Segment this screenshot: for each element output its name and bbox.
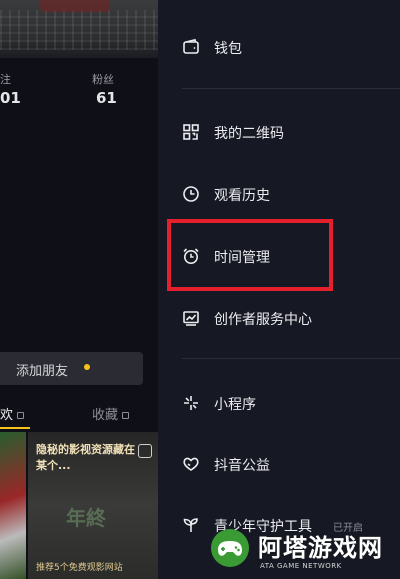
followers-label: 粉丝: [92, 73, 114, 86]
highlight-annotation-box: [167, 219, 333, 291]
menu-item-douyin-charity[interactable]: 抖音公益: [158, 444, 400, 484]
thumbnail-caption: 推荐5个免费观影网站: [36, 563, 123, 573]
menu-item-label: 我的二维码: [214, 126, 284, 142]
divider: [182, 358, 400, 359]
menu-item-label: 钱包: [214, 41, 242, 57]
menu-item-mini-programs[interactable]: 小程序: [158, 383, 400, 423]
menu-item-label: 小程序: [214, 397, 256, 413]
site-watermark: 阿塔游戏网 ATA GAME NETWORK: [208, 524, 400, 579]
chart-icon: [182, 309, 200, 327]
mini-program-icon: [182, 394, 200, 412]
profile-cover-image: [0, 0, 158, 58]
add-friend-button[interactable]: 添加朋友: [0, 352, 143, 385]
cover-pattern: [0, 10, 158, 50]
tab-favorites[interactable]: 收藏: [92, 404, 130, 423]
profile-page-background: 注 01 粉丝 61 添加朋友 欢 收藏 隐秘的影视资源藏在某个... 年終 推…: [0, 0, 158, 579]
qr-code-icon: [182, 123, 200, 141]
menu-item-label: 抖音公益: [214, 458, 270, 474]
menu-item-label: 观看历史: [214, 188, 270, 204]
sprout-icon: [182, 516, 200, 534]
video-thumbnail[interactable]: [0, 432, 26, 579]
lock-icon: [17, 412, 25, 419]
menu-item-qr-code[interactable]: 我的二维码: [158, 112, 400, 152]
tab-likes-label: 欢: [0, 408, 14, 423]
tab-likes[interactable]: 欢: [0, 404, 25, 423]
thumbnail-title: 隐秘的影视资源藏在某个...: [36, 443, 135, 472]
watermark-subtitle: ATA GAME NETWORK: [260, 562, 342, 570]
cover-neon-sign: [40, 0, 110, 12]
clock-icon: [182, 185, 200, 203]
notification-dot: [84, 364, 90, 370]
heart-hands-icon: [182, 455, 200, 473]
menu-item-wallet[interactable]: 钱包: [158, 27, 400, 67]
following-count: 01: [0, 89, 21, 107]
menu-item-label: 创作者服务中心: [214, 312, 312, 328]
video-thumbnail[interactable]: 隐秘的影视资源藏在某个... 年終 推荐5个免费观影网站: [28, 432, 158, 579]
thumbnail-overlay-text: 年終: [66, 506, 106, 530]
menu-item-watch-history[interactable]: 观看历史: [158, 174, 400, 214]
menu-item-creator-center[interactable]: 创作者服务中心: [158, 298, 400, 338]
followers-count: 61: [96, 89, 117, 107]
following-label: 注: [0, 73, 11, 86]
add-friend-label: 添加朋友: [16, 364, 69, 379]
gamepad-logo-icon: [208, 526, 252, 570]
divider: [182, 88, 400, 89]
lock-icon: [122, 412, 130, 419]
active-tab-indicator: [0, 427, 30, 429]
wallet-icon: [182, 38, 200, 56]
tab-favorites-label: 收藏: [92, 408, 119, 423]
collection-icon: [138, 444, 152, 458]
watermark-title: 阿塔游戏网: [258, 534, 383, 562]
